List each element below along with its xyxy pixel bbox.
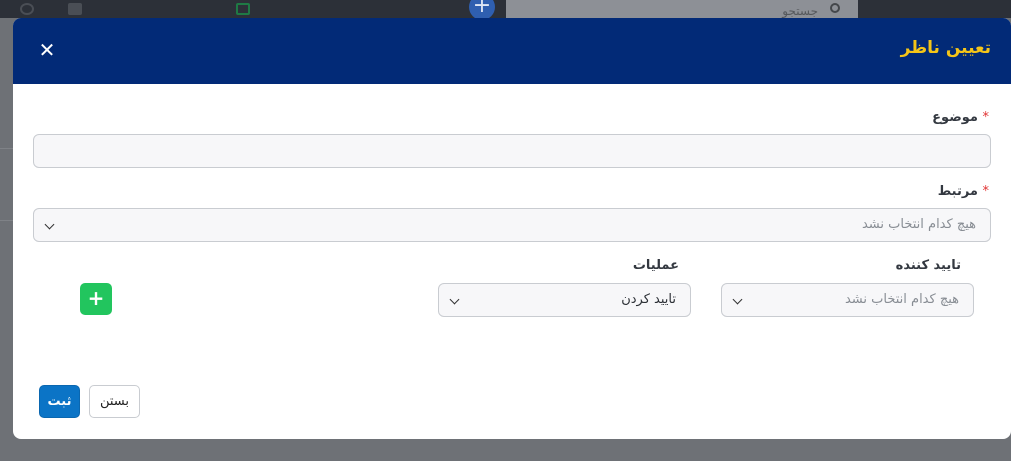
chevron-down-icon bbox=[449, 294, 460, 305]
operations-label: عملیات bbox=[632, 258, 679, 273]
chevron-down-icon bbox=[732, 294, 743, 305]
history-icon bbox=[20, 3, 34, 15]
divider bbox=[0, 220, 14, 221]
contacts-icon bbox=[68, 3, 82, 15]
divider bbox=[0, 148, 14, 149]
search-icon bbox=[830, 3, 840, 13]
modal-header: تعیین ناظر ✕ bbox=[13, 18, 1011, 84]
plus-icon: + bbox=[87, 286, 105, 310]
modal-title: تعیین ناظر bbox=[900, 38, 991, 58]
required-mark: * bbox=[982, 184, 990, 199]
operations-select-value: تایید کردن bbox=[621, 292, 676, 307]
close-button[interactable]: بستن bbox=[89, 385, 140, 418]
close-icon[interactable]: ✕ bbox=[37, 38, 57, 62]
related-label: * مرتبط bbox=[937, 184, 990, 199]
submit-button[interactable]: ثبت bbox=[39, 385, 80, 418]
required-mark: * bbox=[982, 110, 990, 125]
subject-input[interactable] bbox=[33, 134, 991, 168]
operations-select[interactable]: تایید کردن bbox=[438, 283, 691, 317]
related-select-value: هیچ کدام انتخاب نشد bbox=[861, 217, 976, 232]
calendar-icon bbox=[236, 3, 250, 15]
add-row-button[interactable]: + bbox=[80, 283, 112, 315]
related-select[interactable]: هیچ کدام انتخاب نشد bbox=[33, 208, 991, 242]
subject-label: * موضوع bbox=[932, 110, 990, 125]
background-topbar: + جستجو bbox=[0, 0, 1011, 20]
approver-select-value: هیچ کدام انتخاب نشد bbox=[844, 292, 959, 307]
approver-select[interactable]: هیچ کدام انتخاب نشد bbox=[721, 283, 974, 317]
chevron-down-icon bbox=[44, 219, 55, 230]
assign-supervisor-modal: تعیین ناظر ✕ * موضوع * مرتبط هیچ کدام ان… bbox=[13, 18, 1011, 439]
background-add-icon: + bbox=[469, 0, 495, 20]
approver-label: تایید کننده bbox=[895, 258, 961, 273]
background-search-input: جستجو bbox=[506, 0, 858, 18]
